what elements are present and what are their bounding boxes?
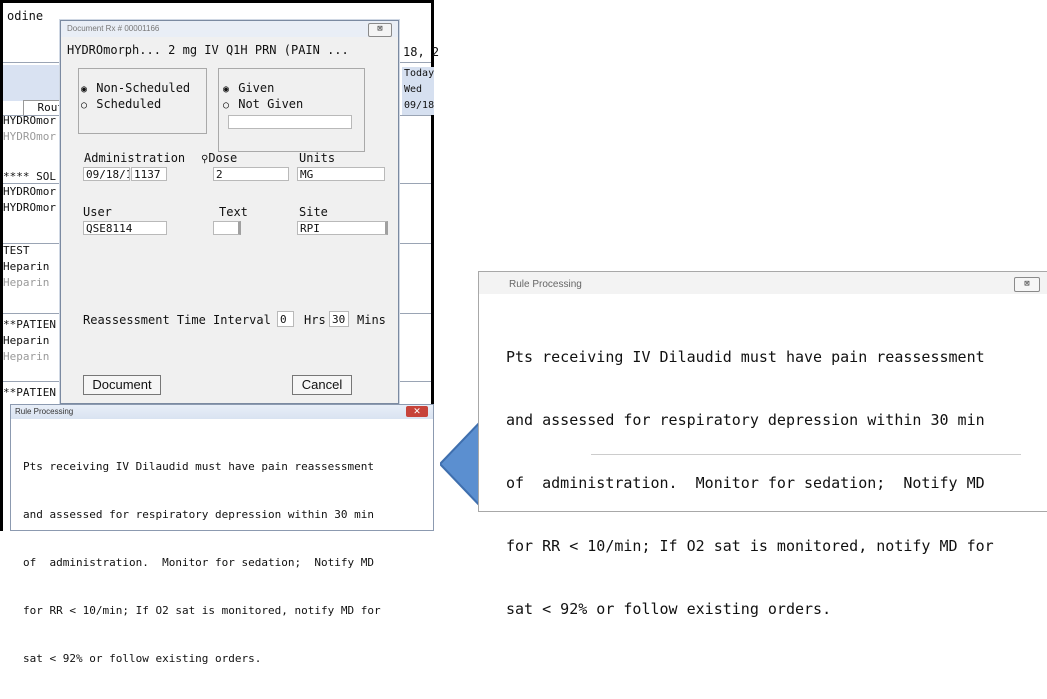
medication-row[interactable]: Heparin	[3, 351, 49, 362]
units-field[interactable]: MG	[297, 167, 385, 181]
medication-row[interactable]: Heparin	[3, 261, 49, 272]
rule-popup-title: Rule Processing	[509, 279, 582, 290]
radio-unselected-icon: ○	[223, 100, 230, 111]
rule-processing-popup-enlarged: Rule Processing ⊠ Pts receiving IV Dilau…	[478, 271, 1047, 618]
units-label: Units	[299, 151, 336, 165]
bg-header-band	[3, 65, 59, 101]
reassessment-hours-field[interactable]: 0	[277, 311, 294, 327]
cancel-button[interactable]: Cancel	[292, 375, 352, 395]
medication-row[interactable]: **** SOL	[3, 171, 56, 182]
dialog-titlebar: Document Rx # 00001166 ⊠	[61, 21, 398, 37]
rule-processing-popup: Rule Processing ✕ Pts receiving IV Dilau…	[10, 404, 434, 665]
document-button[interactable]: Document	[83, 375, 161, 395]
radio-label: Non-Scheduled	[96, 81, 191, 95]
calendar-today: Today	[404, 68, 435, 79]
bg-title-fragment: odine	[7, 9, 44, 23]
rule-popup-titlebar: Rule Processing ✕	[11, 405, 433, 419]
radio-non-scheduled[interactable]: ◉ Non-Scheduled	[81, 81, 190, 95]
radio-selected-icon: ◉	[81, 84, 88, 95]
document-rx-dialog: Document Rx # 00001166 ⊠ HYDROmorph... 2…	[60, 20, 399, 404]
radio-not-given[interactable]: ○ Not Given	[223, 97, 303, 111]
radio-unselected-icon: ○	[81, 100, 88, 111]
text-field[interactable]	[213, 221, 241, 235]
dialog-title: Document Rx # 00001166	[67, 24, 160, 33]
reassessment-label: Reassessment Time Interval	[83, 313, 271, 327]
medication-row[interactable]: HYDROmor	[3, 186, 56, 197]
medication-row[interactable]: Heparin	[3, 335, 49, 346]
site-label: Site	[299, 205, 328, 219]
divider	[591, 454, 1021, 455]
dose-label-text: Dose	[208, 151, 238, 165]
admin-time-field[interactable]: 1137	[131, 167, 167, 181]
message-line: of administration. Monitor for sedation;…	[506, 474, 985, 492]
medication-row[interactable]: **PATIEN	[3, 319, 56, 330]
site-field[interactable]: RPI	[297, 221, 388, 235]
admin-date-field[interactable]: 09/18/19	[83, 167, 130, 181]
hrs-label: Hrs	[304, 313, 326, 327]
message-line: Pts receiving IV Dilaudid must have pain…	[23, 460, 374, 473]
message-line: of administration. Monitor for sedation;…	[23, 556, 374, 569]
rule-popup-close-button[interactable]: ⊠	[1014, 277, 1040, 292]
radio-given[interactable]: ◉ Given	[223, 81, 274, 95]
bg-date-fragment: 18, 2	[403, 45, 440, 59]
radio-label: Not Given	[238, 97, 304, 111]
message-line: Pts receiving IV Dilaudid must have pain…	[506, 348, 985, 366]
dialog-close-button[interactable]: ⊠	[368, 23, 392, 37]
medication-row[interactable]: HYDROmor	[3, 131, 56, 142]
message-line: and assessed for respiratory depression …	[23, 508, 374, 521]
calendar-column[interactable]: Today Wed 09/18	[402, 67, 434, 115]
administration-label: Administration	[84, 151, 186, 165]
radio-label: Scheduled	[96, 97, 162, 111]
message-line: and assessed for respiratory depression …	[506, 411, 985, 429]
radio-scheduled[interactable]: ○ Scheduled	[81, 97, 161, 111]
dose-field[interactable]: 2	[213, 167, 289, 181]
reassessment-mins-field[interactable]: 30	[329, 311, 349, 327]
close-icon: ⊠	[377, 24, 383, 34]
close-icon: ✕	[413, 406, 421, 416]
user-field[interactable]: QSE8114	[83, 221, 167, 235]
not-given-reason-field[interactable]	[228, 115, 352, 129]
rule-popup-close-button[interactable]: ✕	[406, 406, 428, 417]
rule-popup-message: Pts receiving IV Dilaudid must have pain…	[23, 427, 427, 699]
radio-label: Given	[238, 81, 275, 95]
medication-row[interactable]: **PATIEN	[3, 387, 56, 398]
rule-popup-title: Rule Processing	[15, 407, 74, 416]
text-label: Text	[219, 205, 248, 219]
user-label: User	[83, 205, 112, 219]
medication-row[interactable]: TEST	[3, 245, 30, 256]
radio-selected-icon: ◉	[223, 84, 230, 95]
medication-row[interactable]: HYDROmor	[3, 115, 56, 126]
rule-popup-titlebar: Rule Processing ⊠	[479, 272, 1047, 294]
close-icon: ⊠	[1024, 279, 1030, 289]
medication-row[interactable]: Heparin	[3, 277, 49, 288]
rule-popup-message: Pts receiving IV Dilaudid must have pain…	[506, 305, 1041, 662]
message-line: for RR < 10/min; If O2 sat is monitored,…	[506, 537, 994, 555]
message-line: for RR < 10/min; If O2 sat is monitored,…	[23, 604, 381, 617]
mins-label: Mins	[357, 313, 386, 327]
message-line: sat < 92% or follow existing orders.	[506, 600, 832, 618]
medication-order-title: HYDROmorph... 2 mg IV Q1H PRN (PAIN ...	[67, 43, 349, 57]
dose-label: ⚲Dose	[201, 151, 237, 165]
medication-row[interactable]: HYDROmor	[3, 202, 56, 213]
calendar-day: Wed	[404, 84, 423, 95]
calendar-date: 09/18	[404, 100, 435, 111]
message-line: sat < 92% or follow existing orders.	[23, 652, 262, 665]
